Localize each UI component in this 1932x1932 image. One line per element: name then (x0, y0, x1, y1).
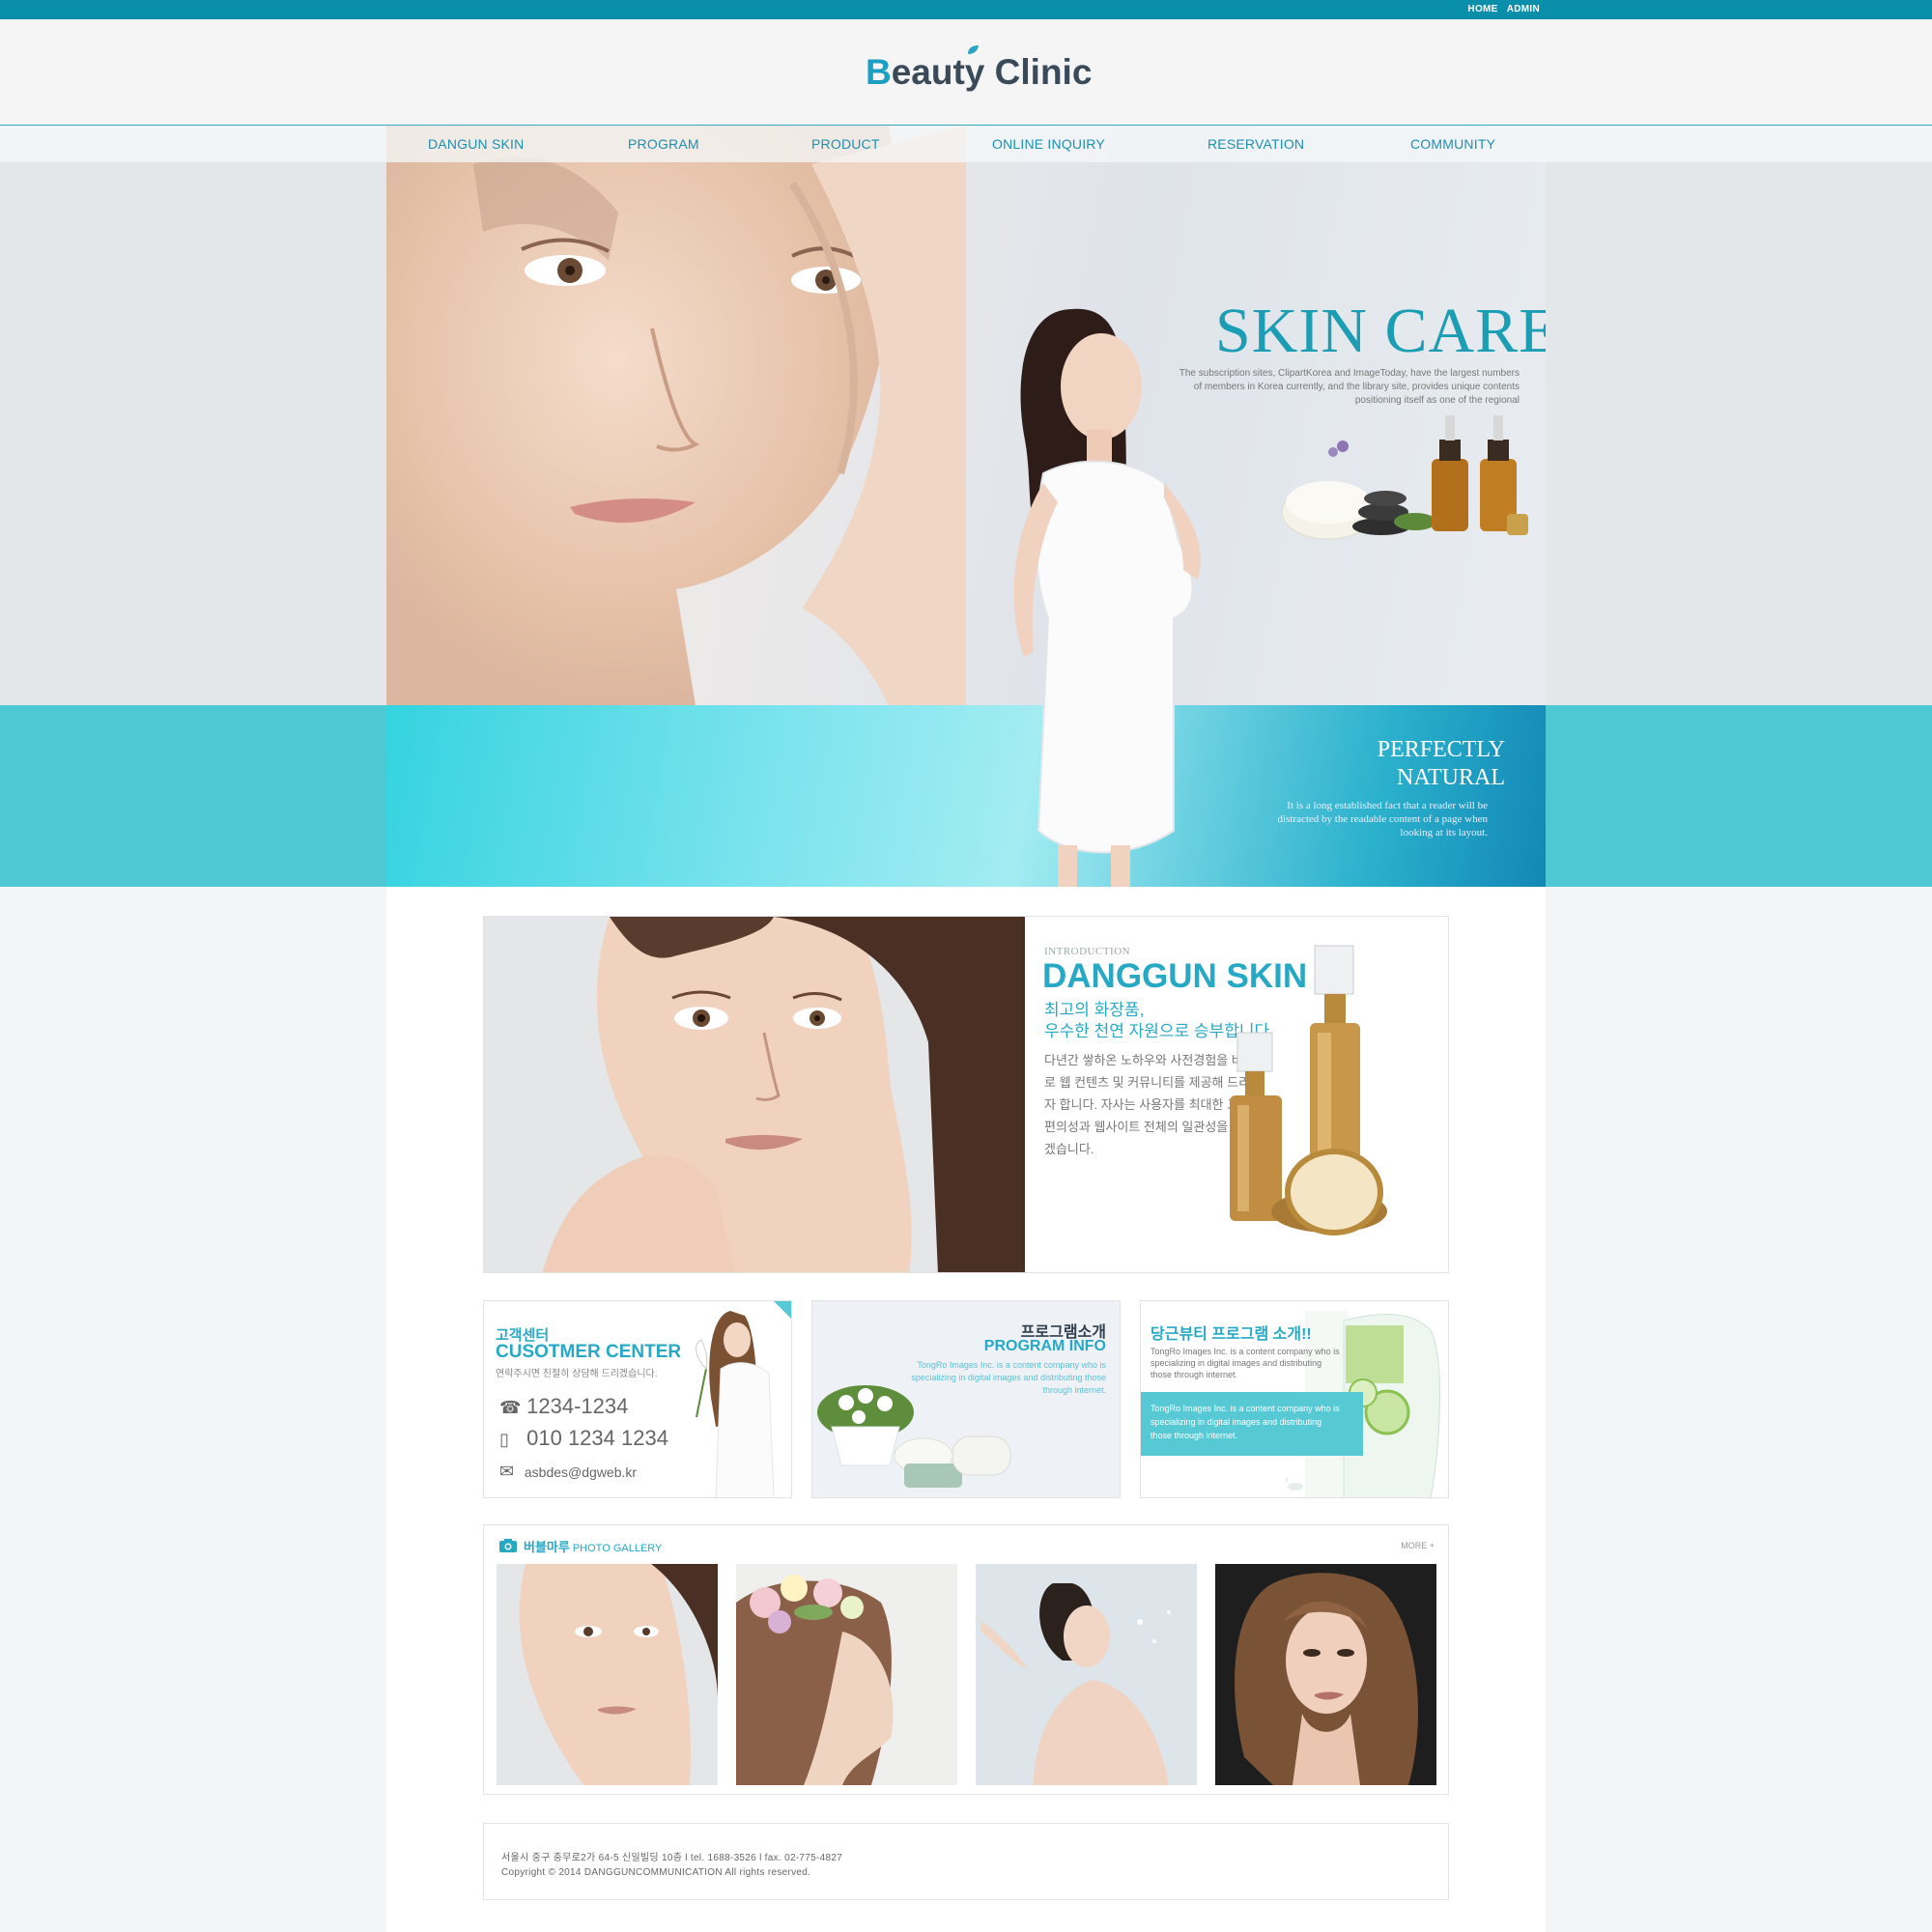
header: Beauty Clinic (0, 19, 1932, 126)
footer-copyright: Copyright © 2014 DANGGUNCOMMUNICATION Al… (501, 1867, 811, 1878)
gallery-photo-3[interactable] (976, 1564, 1197, 1785)
perfect-line-2: NATURAL (1397, 765, 1505, 790)
perfect-line-1: PERFECTLY (1377, 737, 1505, 762)
dangun-description: TongRo Images Inc. is a content company … (1151, 1347, 1340, 1379)
dangun-title: 당근뷰티 프로그램 소개!! (1151, 1326, 1312, 1343)
nav-community[interactable]: COMMUNITY (1410, 136, 1495, 152)
gallery-title-ko: 버블마루 (524, 1540, 570, 1554)
customer-title-en: CUSOTMER CENTER (496, 1342, 682, 1362)
program-info-box[interactable]: 프로그램소개 PROGRAM INFO TongRo Images Inc. i… (811, 1300, 1121, 1498)
cosmetic-bottles-image (1230, 945, 1387, 1236)
gallery-title: 버블마루 PHOTO GALLERY (524, 1537, 662, 1555)
main-nav: DANGUN SKIN PROGRAM PRODUCT ONLINE INQUI… (0, 126, 1932, 162)
footer: 서울시 중구 충무로2가 64-5 신일빌딩 10층 l tel. 1688-3… (483, 1823, 1449, 1900)
home-link[interactable]: HOME (1467, 4, 1497, 14)
nav-online-inquiry[interactable]: ONLINE INQUIRY (992, 136, 1105, 152)
phone-icon: ☎ (499, 1398, 522, 1417)
logo[interactable]: Beauty Clinic (866, 45, 1093, 93)
gallery-photo-2[interactable] (736, 1564, 957, 1785)
phone-number: 1234-1234 (526, 1394, 629, 1418)
gallery-more-link[interactable]: MORE + (1401, 1541, 1435, 1550)
spa-products-image (1281, 415, 1528, 540)
hero-banner: SKIN CARE The subscription sites, Clipar… (386, 126, 1546, 887)
logo-word-2: Clinic (994, 52, 1093, 92)
email-row: ✉ asbdes@dgweb.kr (499, 1462, 637, 1482)
top-bar: HOME ADMIN (0, 0, 1932, 19)
footer-address: 서울시 중구 충무로2가 64-5 신일빌딩 10층 l tel. 1688-3… (501, 1853, 843, 1863)
leaf-icon (968, 45, 979, 54)
dangun-strip: TongRo Images Inc. is a content company … (1141, 1392, 1363, 1456)
nav-product[interactable]: PRODUCT (811, 136, 880, 152)
mobile-icon: ▯ (499, 1430, 509, 1449)
nav-dangun-skin[interactable]: DANGUN SKIN (428, 136, 524, 152)
intro-face-image[interactable] (484, 917, 1025, 1273)
perfect-natural-title: PERFECTLY NATURAL (1378, 736, 1505, 792)
top-links: HOME ADMIN (1462, 4, 1540, 14)
mobile-number: 010 1234 1234 (526, 1426, 668, 1450)
gallery-photo-4[interactable] (1215, 1564, 1436, 1785)
nav-reservation[interactable]: RESERVATION (1208, 136, 1304, 152)
email-address: asbdes@dgweb.kr (524, 1464, 638, 1480)
perfect-description: It is a long established fact that a rea… (1277, 800, 1488, 838)
camera-icon (499, 1539, 517, 1552)
gallery-title-en: PHOTO GALLERY (572, 1543, 663, 1554)
mobile-row: ▯ 010 1234 1234 (499, 1426, 668, 1451)
gallery-photo-1[interactable] (497, 1564, 718, 1785)
customer-center-box[interactable]: 고객센터 CUSOTMER CENTER 연락주시면 친절히 상담해 드리겠습니… (483, 1300, 792, 1498)
spa-flowers-image (817, 1385, 1011, 1488)
program-title-en: PROGRAM INFO (983, 1338, 1106, 1354)
customer-woman-image (696, 1301, 791, 1497)
hero-description: The subscription sites, ClipartKorea and… (1179, 368, 1520, 406)
phone-row: ☎ 1234-1234 (499, 1394, 628, 1419)
intro-kicker: INTRODUCTION (1044, 946, 1131, 957)
dangun-beauty-box[interactable]: 당근뷰티 프로그램 소개!! TongRo Images Inc. is a c… (1140, 1300, 1449, 1498)
intro-section: INTRODUCTION DANGGUN SKIN 최고의 화장품, 우수한 천… (483, 916, 1449, 1273)
nav-program[interactable]: PROGRAM (628, 136, 699, 152)
mail-icon: ✉ (499, 1462, 515, 1481)
admin-link[interactable]: ADMIN (1507, 4, 1540, 14)
logo-initial: B (866, 52, 892, 92)
header-divider (0, 125, 1932, 126)
logo-word-1: eauty (891, 52, 985, 92)
photo-gallery: 버블마루 PHOTO GALLERY MORE + (483, 1524, 1449, 1795)
customer-subtitle: 연락주시면 친절히 상담해 드리겠습니다. (496, 1369, 658, 1379)
hero-title: SKIN CARE (1215, 296, 1546, 366)
hero-face-image (386, 126, 966, 705)
dangun-strip-text: TongRo Images Inc. is a content company … (1151, 1404, 1340, 1440)
